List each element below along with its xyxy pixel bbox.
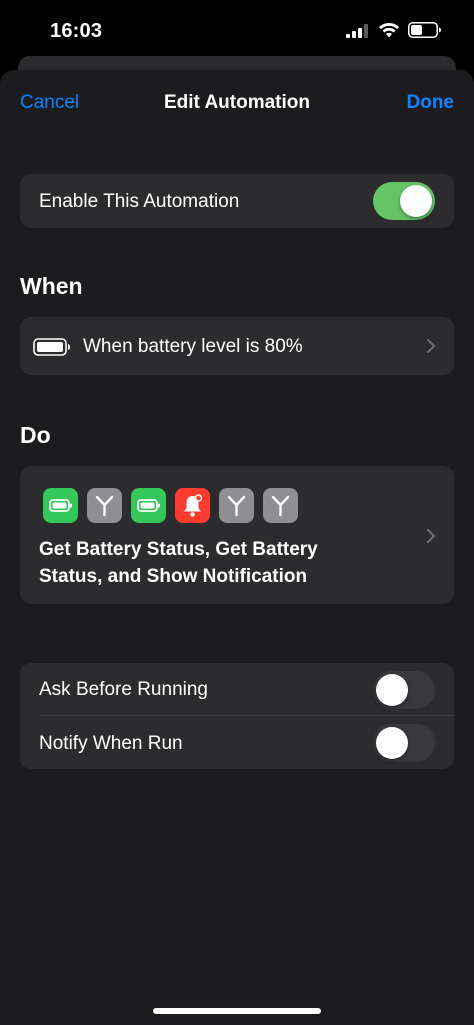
branch-action-icon: [219, 488, 254, 523]
battery-action-icon: [131, 488, 166, 523]
notification-action-icon: [175, 488, 210, 523]
enable-automation-toggle[interactable]: [373, 182, 435, 220]
when-section-header: When: [20, 273, 83, 299]
edit-automation-sheet: Cancel Edit Automation Done Enable This …: [0, 70, 474, 1025]
when-trigger-label: When battery level is 80%: [83, 336, 303, 357]
do-actions-row[interactable]: Get Battery Status, Get Battery Status, …: [20, 466, 454, 604]
chevron-right-icon: [427, 339, 435, 353]
home-indicator[interactable]: [153, 1008, 321, 1014]
do-actions-summary: Get Battery Status, Get Battery Status, …: [39, 539, 318, 587]
enable-automation-label: Enable This Automation: [39, 191, 240, 212]
status-bar: 16:03: [0, 0, 474, 62]
ask-before-running-label: Ask Before Running: [39, 679, 208, 700]
row-divider: [39, 715, 454, 716]
notify-when-run-toggle[interactable]: [373, 724, 435, 762]
chevron-right-icon: [427, 529, 435, 543]
status-time: 16:03: [50, 20, 103, 42]
when-trigger-row[interactable]: When battery level is 80%: [20, 317, 454, 375]
battery-icon: [33, 338, 70, 356]
enable-automation-row: Enable This Automation: [20, 174, 454, 228]
ask-before-running-toggle[interactable]: [373, 671, 435, 709]
run-options-group: Ask Before Running Notify When Run: [20, 663, 454, 769]
battery-icon: [408, 22, 441, 38]
done-button[interactable]: Done: [407, 92, 455, 114]
cellular-signal-icon: [346, 24, 368, 38]
branch-action-icon: [87, 488, 122, 523]
page-title: Edit Automation: [164, 92, 310, 113]
wifi-icon: [379, 23, 399, 38]
screen: 16:03 Cancel Edit Automation Done Enable…: [0, 0, 474, 1025]
branch-action-icon: [263, 488, 298, 523]
toggle-knob: [400, 185, 432, 217]
notify-when-run-label: Notify When Run: [39, 733, 183, 754]
toggle-knob: [376, 727, 408, 759]
toggle-knob: [376, 674, 408, 706]
do-section-header: Do: [20, 422, 51, 448]
battery-action-icon: [43, 488, 78, 523]
